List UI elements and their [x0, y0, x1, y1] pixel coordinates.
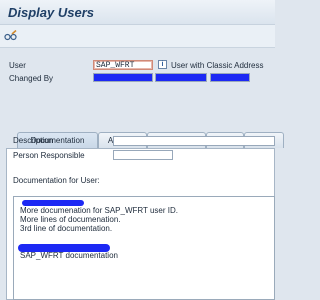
user-label: User: [9, 61, 26, 70]
documentation-for-user-label: Documentation for User:: [13, 176, 100, 185]
glasses-pencil-icon[interactable]: [4, 30, 18, 41]
changed-by-label: Changed By: [9, 74, 54, 83]
changed-time-field[interactable]: [210, 73, 250, 82]
page-title: Display Users: [8, 5, 94, 20]
doc-line: 3rd line of documentation.: [20, 224, 113, 233]
description-label: Description: [13, 136, 54, 145]
user-type-text: User with Classic Address: [171, 61, 264, 70]
description-field[interactable]: [113, 136, 275, 146]
doc-line: More lines of documenation.: [20, 215, 121, 224]
person-responsible-label: Person Responsible: [13, 151, 85, 160]
application-toolbar: [0, 25, 275, 48]
info-icon[interactable]: i: [158, 60, 167, 69]
changed-date-field[interactable]: [155, 73, 207, 82]
user-field[interactable]: SAP_WFRT: [93, 60, 153, 70]
doc-line: More documenation for SAP_WFRT user ID.: [20, 206, 178, 215]
title-bar: Display Users: [0, 0, 275, 25]
documentation-text-area[interactable]: More documenation for SAP_WFRT user ID. …: [13, 196, 275, 300]
changed-by-field[interactable]: [93, 73, 153, 82]
doc-line: SAP_WFRT documentation: [20, 251, 118, 260]
person-responsible-field[interactable]: [113, 150, 173, 160]
